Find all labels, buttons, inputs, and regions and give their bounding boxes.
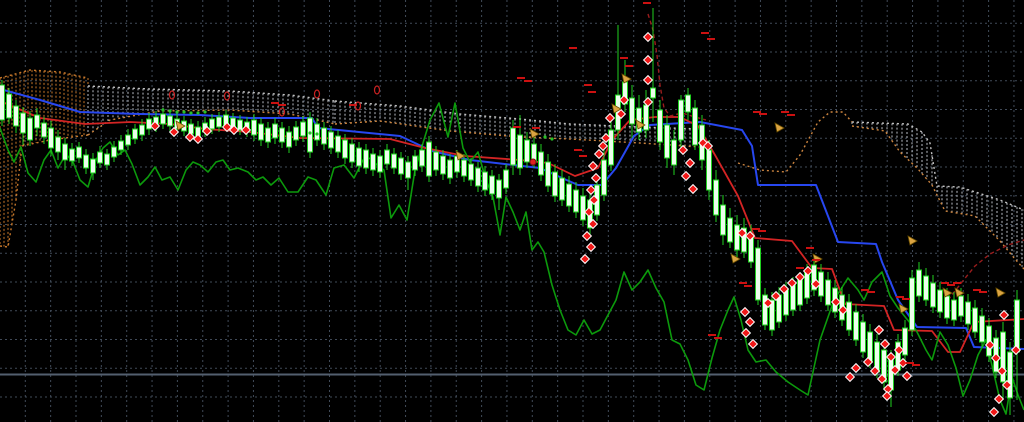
red-dot-markers <box>530 159 536 165</box>
chart-canvas[interactable] <box>0 0 1024 422</box>
trading-chart-window <box>0 0 1024 422</box>
